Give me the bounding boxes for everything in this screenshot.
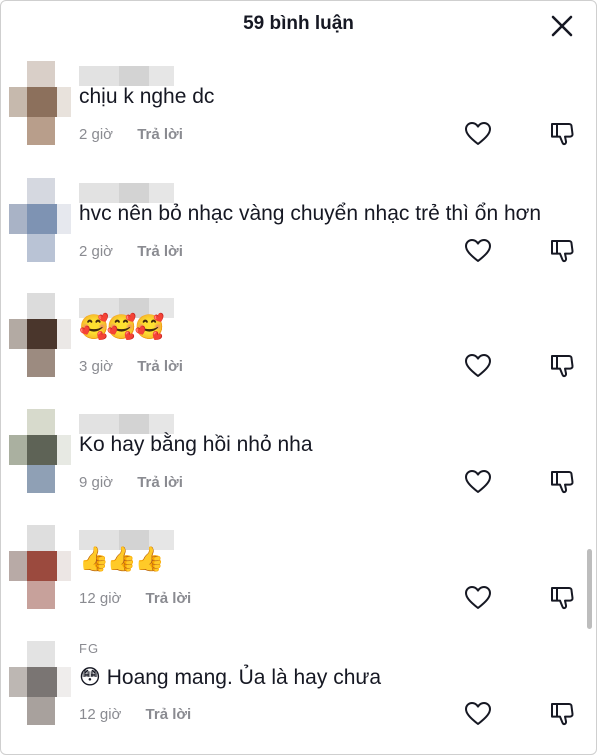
comment-item: chịu k nghe dc 2 giờ Trả lời [1,61,596,177]
comment-text: chịu k nghe dc [79,85,215,108]
reply-button[interactable]: Trả lời [137,126,183,143]
comments-header: 59 bình luận [1,1,596,49]
reply-button[interactable]: Trả lời [146,706,192,723]
comment-meta: 3 giờ Trả lời [79,358,183,375]
username[interactable]: FG [79,641,99,656]
heart-icon[interactable] [464,469,492,495]
heart-icon[interactable] [464,585,492,611]
close-icon[interactable] [549,13,575,39]
avatar[interactable] [9,409,71,495]
avatar[interactable] [9,525,71,611]
avatar[interactable] [9,61,71,147]
dislike-icon[interactable] [549,238,577,264]
comment-meta: 2 giờ Trả lời [79,243,183,260]
dislike-icon[interactable] [549,121,577,147]
comment-item: 🥰🥰🥰 3 giờ Trả lời [1,293,596,409]
heart-icon[interactable] [464,121,492,147]
reply-button[interactable]: Trả lời [137,474,183,491]
comment-item: 👍👍👍 12 giờ Trả lời [1,525,596,641]
dislike-icon[interactable] [549,585,577,611]
heart-icon[interactable] [464,701,492,727]
comment-text: 🥰🥰🥰 [79,314,165,341]
comment-item: hvc nên bỏ nhạc vàng chuyển nhạc trẻ thì… [1,178,596,294]
heart-icon[interactable] [464,238,492,264]
comment-meta: 12 giờ Trả lời [79,590,191,607]
comments-count-title: 59 bình luận [243,13,354,34]
comment-time: 12 giờ [79,706,122,723]
comment-text: Ko hay bằng hồi nhỏ nha [79,433,313,456]
avatar[interactable] [9,178,71,264]
comment-item: Ko hay bằng hồi nhỏ nha 9 giờ Trả lời [1,409,596,525]
comment-text: 😳 Hoang mang. Ủa là hay chưa [79,666,382,689]
heart-icon[interactable] [464,353,492,379]
scrollbar[interactable] [587,549,592,629]
comment-time: 2 giờ [79,243,114,260]
comment-meta: 12 giờ Trả lời [79,706,191,723]
comment-item: FG 😳 Hoang mang. Ủa là hay chưa 12 giờ T… [1,641,596,754]
avatar[interactable] [9,641,71,727]
comment-text: 👍👍👍 [79,546,165,573]
dislike-icon[interactable] [549,469,577,495]
comment-time: 2 giờ [79,126,114,143]
comment-time: 12 giờ [79,590,122,607]
avatar[interactable] [9,293,71,379]
comment-time: 9 giờ [79,474,114,491]
reply-button[interactable]: Trả lời [137,243,183,260]
dislike-icon[interactable] [549,701,577,727]
comment-time: 3 giờ [79,358,114,375]
reply-button[interactable]: Trả lời [137,358,183,375]
dislike-icon[interactable] [549,353,577,379]
comment-text: hvc nên bỏ nhạc vàng chuyển nhạc trẻ thì… [79,202,542,225]
comment-meta: 2 giờ Trả lời [79,126,183,143]
reply-button[interactable]: Trả lời [146,590,192,607]
comments-panel: 59 bình luận chịu k nghe dc 2 giờ Trả lờ… [0,0,597,755]
comment-meta: 9 giờ Trả lời [79,474,183,491]
